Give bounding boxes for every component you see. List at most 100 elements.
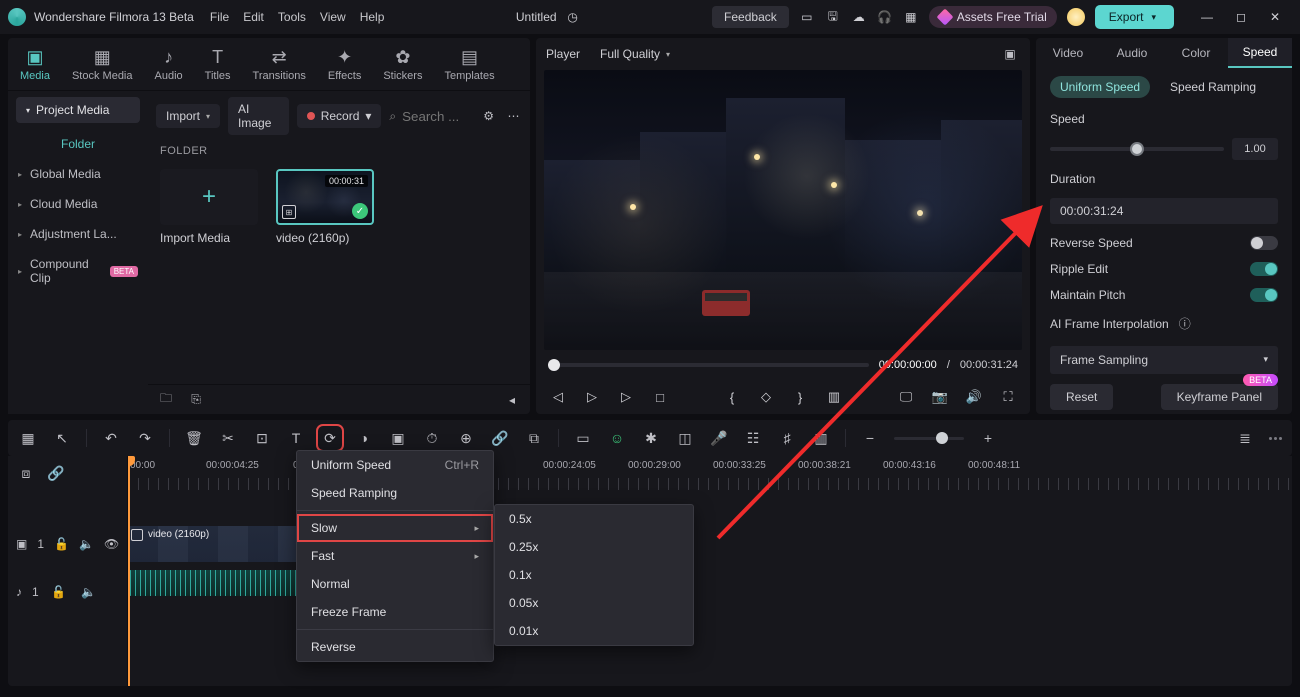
search-input[interactable] bbox=[402, 109, 472, 124]
speed-value[interactable]: 1.00 bbox=[1232, 138, 1278, 160]
volume-icon[interactable]: 🔊 bbox=[964, 387, 984, 407]
sidebar-item-compound-clip[interactable]: ▸Compound ClipBETA bbox=[8, 249, 148, 293]
slow-0_25x[interactable]: 0.25x bbox=[495, 533, 693, 561]
display-settings-icon[interactable]: 🖵 bbox=[896, 387, 916, 407]
device-icon[interactable]: ▭ bbox=[799, 9, 815, 25]
fullscreen-icon[interactable]: ⛶ bbox=[998, 387, 1018, 407]
tab-effects[interactable]: ✦Effects bbox=[328, 46, 361, 82]
speed-slider[interactable] bbox=[1050, 147, 1224, 151]
play-backward-button[interactable]: ▷ bbox=[582, 387, 602, 407]
zoom-in-button[interactable]: + bbox=[978, 428, 998, 448]
play-button[interactable]: ▷ bbox=[616, 387, 636, 407]
document-title[interactable]: Untitled bbox=[516, 10, 557, 24]
video-preview[interactable] bbox=[544, 70, 1022, 350]
lock-icon[interactable]: 🔓 bbox=[54, 534, 69, 554]
lock-icon[interactable]: 🔓 bbox=[49, 582, 69, 602]
reverse-speed-toggle[interactable] bbox=[1250, 236, 1278, 250]
slow-0_1x[interactable]: 0.1x bbox=[495, 561, 693, 589]
maintain-pitch-toggle[interactable] bbox=[1250, 288, 1278, 302]
window-maximize-button[interactable]: ◻ bbox=[1224, 5, 1258, 29]
slow-0_01x[interactable]: 0.01x bbox=[495, 617, 693, 645]
duration-button[interactable]: ⏱ bbox=[422, 428, 442, 448]
timeline-view-icon[interactable]: ≣ bbox=[1235, 428, 1255, 448]
group-button[interactable]: ⧉ bbox=[524, 428, 544, 448]
crop-button[interactable]: ⊡ bbox=[252, 428, 272, 448]
export-button[interactable]: Export▾ bbox=[1095, 5, 1174, 29]
video-track-header[interactable]: ▣ 1 🔓 🔈 👁 bbox=[8, 520, 127, 568]
cloud-icon[interactable]: ☁ bbox=[851, 9, 867, 25]
mark-in-icon[interactable]: { bbox=[722, 387, 742, 407]
tab-stock-media[interactable]: ▦Stock Media bbox=[72, 46, 133, 82]
color-button[interactable]: ◑ bbox=[354, 428, 374, 448]
compare-icon[interactable]: ▥ bbox=[824, 387, 844, 407]
markers-button[interactable]: ◫ bbox=[675, 428, 695, 448]
project-media-button[interactable]: ▾Project Media bbox=[16, 97, 140, 123]
split-button[interactable]: ✂ bbox=[218, 428, 238, 448]
sidebar-item-cloud-media[interactable]: ▸Cloud Media bbox=[8, 189, 148, 219]
ai-image-button[interactable]: AI Image bbox=[228, 97, 289, 135]
mode-speed-ramping[interactable]: Speed Ramping bbox=[1170, 80, 1256, 94]
snapshot-frame-icon[interactable]: ▣ bbox=[1000, 44, 1020, 64]
speed-button[interactable]: ⟳ bbox=[320, 428, 340, 448]
mark-out-icon[interactable]: } bbox=[790, 387, 810, 407]
sidebar-item-adjustment-layer[interactable]: ▸Adjustment La... bbox=[8, 219, 148, 249]
detach-audio-button[interactable]: 🔗 bbox=[490, 428, 510, 448]
selection-tool-icon[interactable]: ↖ bbox=[52, 428, 72, 448]
inspector-tab-speed[interactable]: Speed bbox=[1228, 38, 1292, 68]
assets-trial-button[interactable]: Assets Free Trial bbox=[929, 6, 1057, 28]
slow-0_05x[interactable]: 0.05x bbox=[495, 589, 693, 617]
quality-dropdown[interactable]: Full Quality▾ bbox=[590, 42, 680, 66]
tab-audio[interactable]: ♪Audio bbox=[155, 46, 183, 82]
menu-view[interactable]: View bbox=[320, 10, 346, 24]
magnet-icon[interactable]: ⧈ bbox=[16, 463, 36, 483]
keyframe-button[interactable]: ⊕ bbox=[456, 428, 476, 448]
info-icon[interactable]: ⓘ bbox=[1175, 314, 1195, 334]
tab-titles[interactable]: TTitles bbox=[205, 46, 231, 82]
tab-transitions[interactable]: ⇄Transitions bbox=[253, 46, 306, 82]
slow-0_5x[interactable]: 0.5x bbox=[495, 505, 693, 533]
redo-button[interactable]: ↷ bbox=[135, 428, 155, 448]
history-icon[interactable]: ◷ bbox=[565, 9, 581, 25]
menu-slow[interactable]: Slow▸ bbox=[297, 514, 493, 542]
menu-edit[interactable]: Edit bbox=[243, 10, 264, 24]
crop-zoom-button[interactable]: ▣ bbox=[388, 428, 408, 448]
menu-fast[interactable]: Fast▸ bbox=[297, 542, 493, 570]
zoom-slider[interactable] bbox=[894, 437, 964, 440]
player-scrubber[interactable] bbox=[548, 363, 869, 367]
inspector-tab-color[interactable]: Color bbox=[1164, 38, 1228, 68]
menu-reverse[interactable]: Reverse bbox=[297, 633, 493, 661]
keyframe-panel-button[interactable]: Keyframe Panel bbox=[1161, 384, 1278, 410]
stop-button[interactable]: □ bbox=[650, 387, 670, 407]
link-icon[interactable]: 🔗 bbox=[46, 463, 66, 483]
prev-frame-button[interactable]: ◁ bbox=[548, 387, 568, 407]
record-dropdown[interactable]: Record▾ bbox=[297, 104, 382, 128]
sidebar-item-global-media[interactable]: ▸Global Media bbox=[8, 159, 148, 189]
audio-track-header[interactable]: ♪ 1 🔓 🔈 bbox=[8, 568, 127, 616]
user-avatar-icon[interactable] bbox=[1067, 8, 1085, 26]
feedback-button[interactable]: Feedback bbox=[712, 6, 789, 28]
menu-normal[interactable]: Normal bbox=[297, 570, 493, 598]
audio-mixer-button[interactable]: ☷ bbox=[743, 428, 763, 448]
visibility-icon[interactable]: 👁 bbox=[104, 534, 119, 554]
import-dropdown[interactable]: Import▾ bbox=[156, 104, 220, 128]
media-search[interactable]: ⌕ bbox=[389, 109, 472, 124]
menu-help[interactable]: Help bbox=[360, 10, 385, 24]
menu-tools[interactable]: Tools bbox=[278, 10, 306, 24]
new-folder-icon[interactable]: 🗀 bbox=[156, 390, 176, 410]
more-icon[interactable]: ⋯ bbox=[505, 106, 522, 126]
scrubber-thumb[interactable] bbox=[548, 359, 560, 371]
speed-slider-knob[interactable] bbox=[1130, 142, 1144, 156]
tab-stickers[interactable]: ✿Stickers bbox=[383, 46, 422, 82]
headphones-icon[interactable]: 🎧 bbox=[877, 9, 893, 25]
timeline-layout-icon[interactable]: ▦ bbox=[18, 428, 38, 448]
mute-icon[interactable]: 🔈 bbox=[79, 534, 94, 554]
menu-uniform-speed[interactable]: Uniform SpeedCtrl+R bbox=[297, 451, 493, 479]
tab-media[interactable]: ▣Media bbox=[20, 46, 50, 82]
zoom-out-button[interactable]: − bbox=[860, 428, 880, 448]
media-clip-tile[interactable]: 00:00:31 ⊞ ✓ video (2160p) bbox=[276, 169, 374, 245]
menu-file[interactable]: File bbox=[210, 10, 229, 24]
duration-input[interactable]: 00:00:31:24 bbox=[1050, 198, 1278, 224]
mode-uniform-speed[interactable]: Uniform Speed bbox=[1050, 76, 1150, 98]
tab-templates[interactable]: ▤Templates bbox=[444, 46, 494, 82]
auto-ripple-button[interactable]: ✱ bbox=[641, 428, 661, 448]
